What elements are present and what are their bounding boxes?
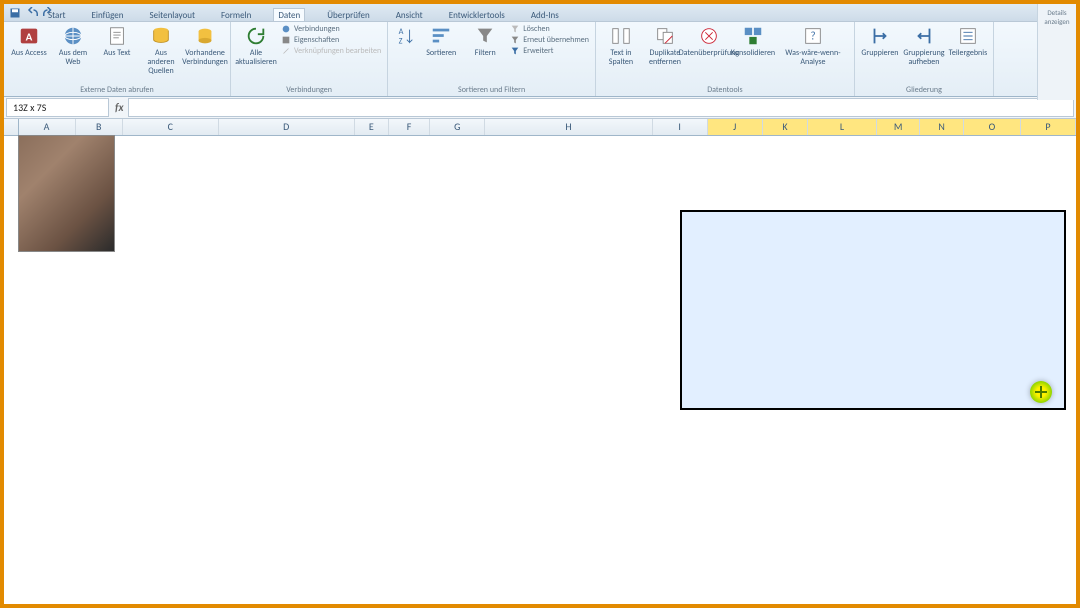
advanced-item[interactable]: Erweitert	[510, 46, 589, 56]
sort-icon	[429, 24, 453, 48]
globe-icon	[61, 24, 85, 48]
tab-addins[interactable]: Add-Ins	[527, 9, 563, 21]
tab-layout[interactable]: Seitenlayout	[146, 9, 199, 21]
tab-insert[interactable]: Einfügen	[88, 9, 128, 21]
column-headers: A B C D E F G H I J K L M N O P	[4, 119, 1076, 136]
svg-text:A: A	[26, 31, 33, 44]
remove-duplicates-button[interactable]: Duplikate entfernen	[646, 24, 684, 67]
cursor-highlight-icon	[1030, 381, 1052, 403]
properties-item[interactable]: Eigenschaften	[281, 35, 381, 45]
col-header[interactable]: N	[920, 119, 964, 135]
redo-icon[interactable]	[42, 6, 56, 20]
from-other-button[interactable]: Aus anderen Quellen	[142, 24, 180, 75]
consolidate-icon	[741, 24, 765, 48]
subtotal-button[interactable]: Teilergebnis	[949, 24, 987, 58]
fx-icon[interactable]: fx	[111, 101, 128, 114]
duplicates-icon	[653, 24, 677, 48]
refresh-icon	[244, 24, 268, 48]
col-header[interactable]: L	[808, 119, 877, 135]
col-header[interactable]: H	[485, 119, 652, 135]
selection-rectangle	[680, 210, 1066, 410]
col-header[interactable]: J	[708, 119, 763, 135]
connections-item[interactable]: Verbindungen	[281, 24, 381, 34]
from-web-button[interactable]: Aus dem Web	[54, 24, 92, 67]
sort-az-icon: AZ	[393, 24, 417, 48]
access-icon: A	[17, 24, 41, 48]
group-icon	[868, 24, 892, 48]
textfile-icon	[105, 24, 129, 48]
data-validation-button[interactable]: Datenüberprüfung	[690, 24, 728, 58]
col-header[interactable]: A	[19, 119, 76, 135]
col-header[interactable]: C	[123, 119, 219, 135]
ribbon-tabs: Start Einfügen Seitenlayout Formeln Date…	[4, 4, 1076, 22]
text-to-columns-button[interactable]: Text in Spalten	[602, 24, 640, 67]
speaker-photo	[18, 135, 115, 252]
funnel-icon	[473, 24, 497, 48]
col-header[interactable]: B	[76, 119, 123, 135]
group-external-data: AAus Access Aus dem Web Aus Text Aus and…	[4, 22, 231, 96]
group-button[interactable]: Gruppieren	[861, 24, 899, 58]
svg-text:Z: Z	[399, 36, 403, 46]
from-access-button[interactable]: AAus Access	[10, 24, 48, 58]
col-header[interactable]: O	[964, 119, 1021, 135]
group-label: Gliederung	[861, 85, 987, 96]
existing-connections-button[interactable]: Vorhandene Verbindungen	[186, 24, 224, 67]
group-connections: Alle aktualisieren Verbindungen Eigensch…	[231, 22, 388, 96]
group-outline: Gruppieren Gruppierung aufheben Teilerge…	[855, 22, 994, 96]
col-header[interactable]: P	[1021, 119, 1076, 135]
from-text-button[interactable]: Aus Text	[98, 24, 136, 58]
consolidate-button[interactable]: Konsolidieren	[734, 24, 772, 58]
quick-access-toolbar	[4, 4, 56, 21]
col-header[interactable]: M	[877, 119, 921, 135]
tab-review[interactable]: Überprüfen	[323, 9, 373, 21]
ungroup-button[interactable]: Gruppierung aufheben	[905, 24, 943, 67]
col-header[interactable]: G	[430, 119, 485, 135]
whatif-icon: ?	[801, 24, 825, 48]
col-header[interactable]: D	[219, 119, 355, 135]
group-label: Externe Daten abrufen	[10, 85, 224, 96]
select-all-corner[interactable]	[4, 119, 19, 135]
connections-icon	[193, 24, 217, 48]
subtotal-icon	[956, 24, 980, 48]
formula-input[interactable]	[128, 98, 1074, 117]
group-sort-filter: AZ Sortieren Filtern Löschen Erneut über…	[388, 22, 596, 96]
group-label: Datentools	[602, 85, 848, 96]
formula-bar: 13Z x 7S fx	[4, 97, 1076, 119]
details-pane-toggle[interactable]: Details anzeigen	[1037, 4, 1076, 100]
what-if-button[interactable]: ?Was-wäre-wenn-Analyse	[778, 24, 848, 67]
database-arrow-icon	[149, 24, 173, 48]
col-header[interactable]: F	[389, 119, 431, 135]
filter-button[interactable]: Filtern	[466, 24, 504, 58]
col-header[interactable]: E	[355, 119, 389, 135]
group-datatools: Text in Spalten Duplikate entfernen Date…	[596, 22, 855, 96]
col-header[interactable]: I	[653, 119, 708, 135]
tab-data[interactable]: Daten	[273, 8, 305, 21]
undo-icon[interactable]	[25, 6, 39, 20]
sort-az-button[interactable]: AZ	[394, 24, 416, 49]
validation-icon	[697, 24, 721, 48]
ungroup-icon	[912, 24, 936, 48]
save-icon[interactable]	[8, 6, 22, 20]
columns-icon	[609, 24, 633, 48]
group-label: Sortieren und Filtern	[394, 85, 589, 96]
reapply-item[interactable]: Erneut übernehmen	[510, 35, 589, 45]
tab-view[interactable]: Ansicht	[392, 9, 427, 21]
group-label: Verbindungen	[237, 85, 381, 96]
tab-developer[interactable]: Entwicklertools	[445, 9, 509, 21]
name-box[interactable]: 13Z x 7S	[6, 98, 109, 117]
col-header[interactable]: K	[763, 119, 808, 135]
refresh-all-button[interactable]: Alle aktualisieren	[237, 24, 275, 67]
spreadsheet-grid[interactable]: A B C D E F G H I J K L M N O P	[4, 119, 1076, 606]
tab-formulas[interactable]: Formeln	[217, 9, 255, 21]
clear-filter-item[interactable]: Löschen	[510, 24, 589, 34]
svg-text:?: ?	[810, 30, 815, 43]
ribbon: Start Einfügen Seitenlayout Formeln Date…	[4, 4, 1076, 97]
edit-links-item[interactable]: Verknüpfungen bearbeiten	[281, 46, 381, 56]
sort-button[interactable]: Sortieren	[422, 24, 460, 58]
